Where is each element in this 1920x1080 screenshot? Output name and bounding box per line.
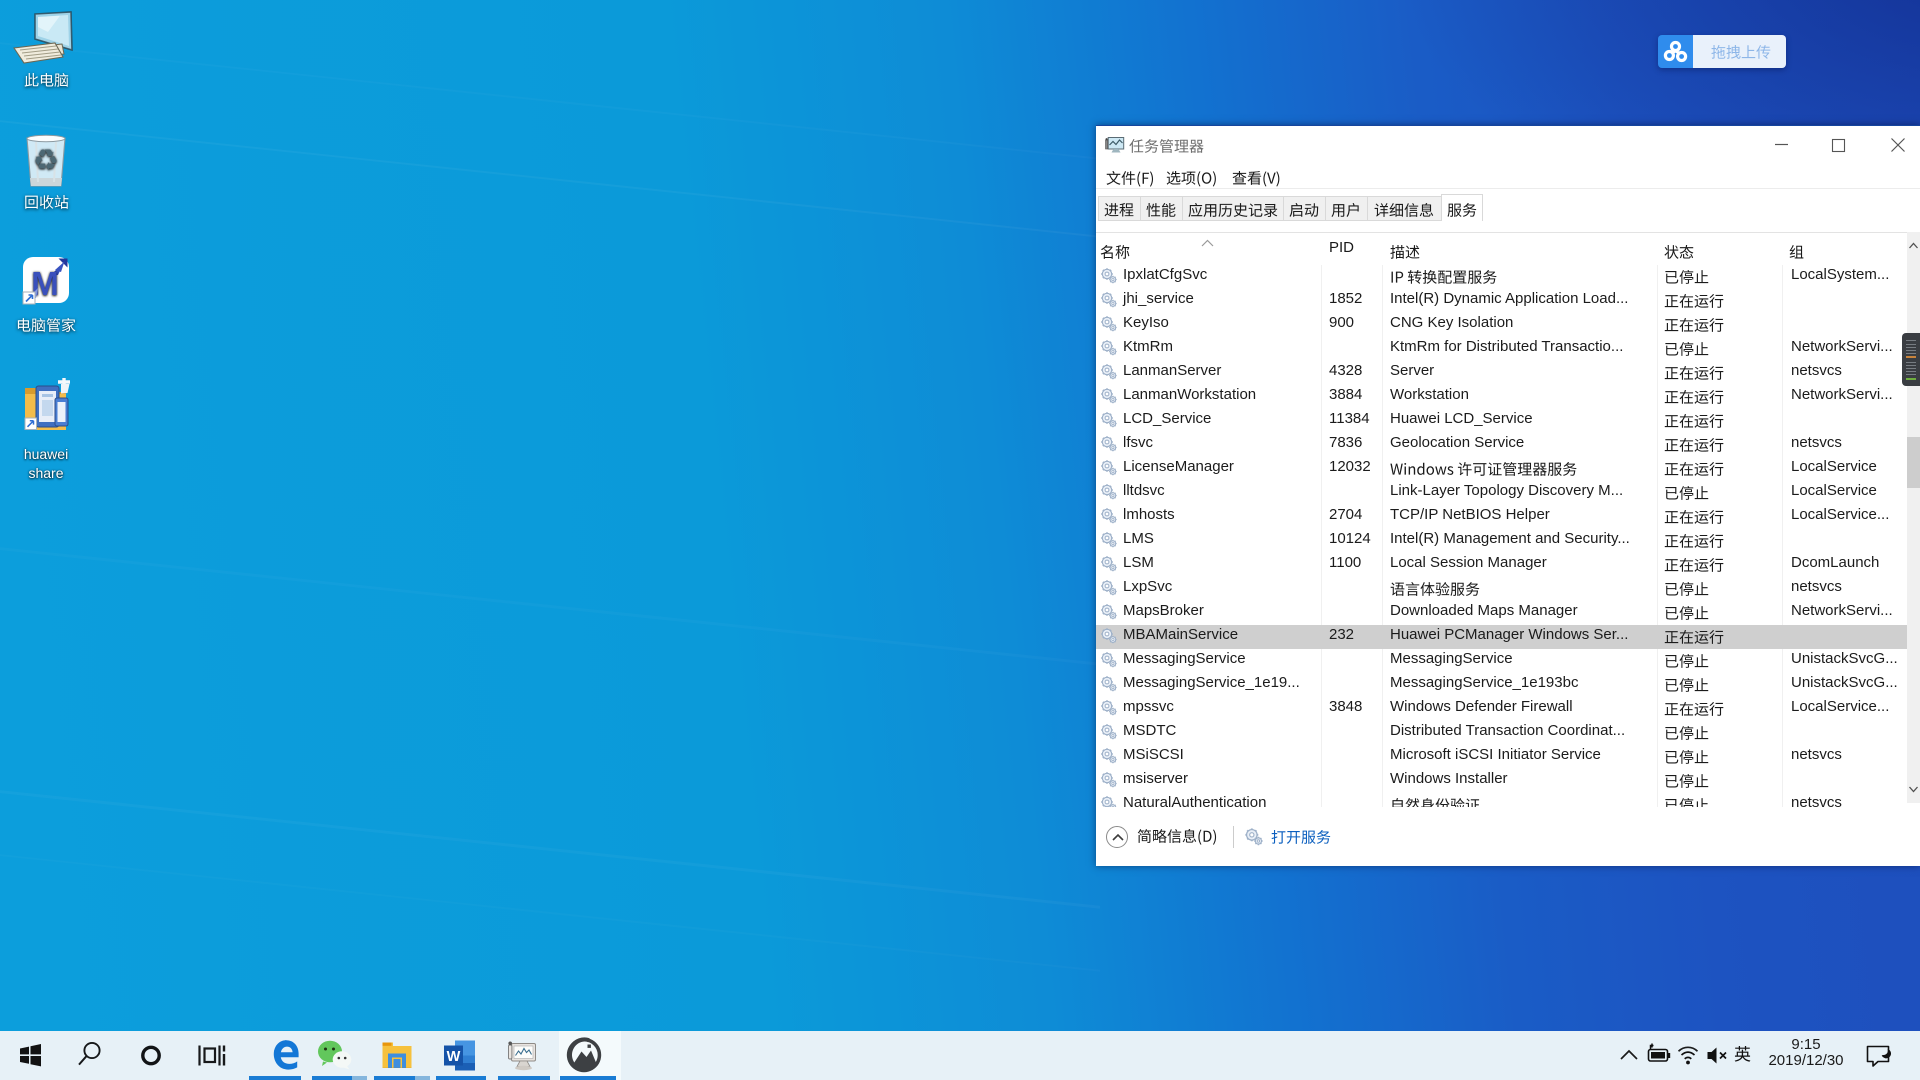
svg-text:W: W [447,1049,461,1065]
svg-text:♻: ♻ [35,148,57,173]
